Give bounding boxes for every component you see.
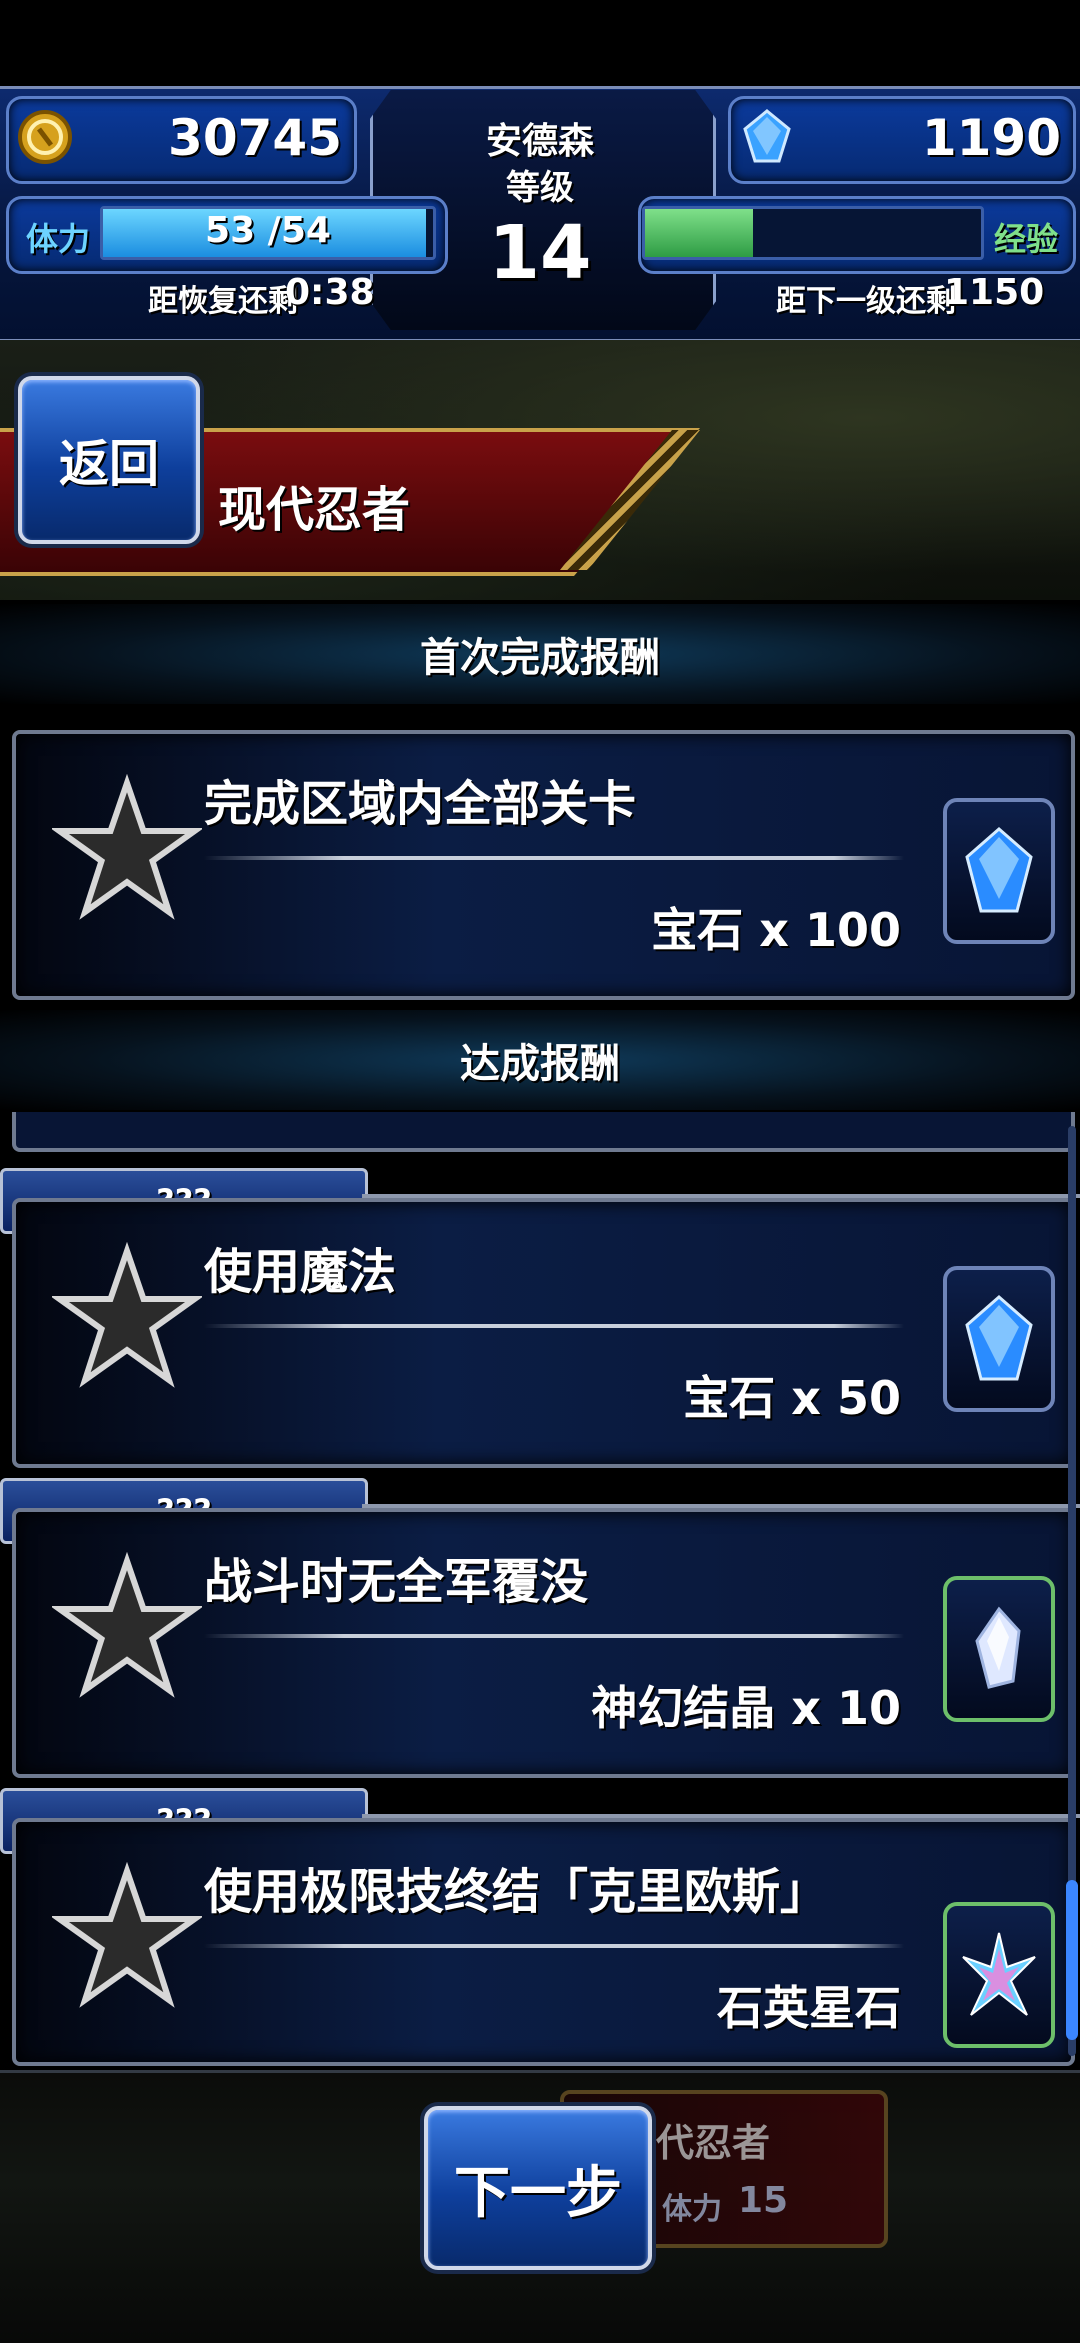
stamina-value: 53 /54 (205, 210, 331, 251)
stage-title: 现代忍者 (218, 482, 411, 538)
star-icon (52, 1552, 202, 1698)
recover-time: 0:38 (285, 272, 375, 313)
reward-icon-frame (943, 1266, 1055, 1412)
mission-reward: 宝石 x 100 (651, 903, 901, 957)
gem-counter: 1190 (728, 96, 1076, 184)
gem-amount: 1190 (921, 109, 1061, 167)
crystal-icon (975, 1606, 1021, 1689)
achievement-heading: 达成报酬 (0, 1010, 1080, 1110)
mission-title: 使用极限技终结「克里欧斯」 (204, 1864, 829, 1920)
exp-label: 经验 (994, 220, 1059, 258)
gil-counter: 30745 (6, 96, 357, 184)
partial-card-edge (12, 1112, 1075, 1152)
star-quartz-icon (962, 1932, 1036, 2016)
gem-icon (965, 1295, 1033, 1381)
star-icon (52, 774, 202, 920)
recover-label: 距恢复还剩 (148, 284, 298, 319)
next-level-label: 距下一级还剩 (776, 284, 956, 319)
exp-bar-fill (645, 209, 753, 257)
mission-title: 完成区域内全部关卡 (204, 776, 637, 832)
reward-icon-frame (943, 1576, 1055, 1722)
gil-coin-icon (18, 110, 72, 164)
scrollbar-thumb[interactable] (1066, 1880, 1078, 2040)
mission-divider (204, 1324, 904, 1328)
mission-title: 使用魔法 (204, 1244, 397, 1300)
reward-icon-frame (943, 1902, 1055, 2048)
gem-icon (743, 109, 791, 163)
exp-bar (642, 206, 984, 260)
gil-amount: 30745 (168, 109, 342, 167)
background-stamina-label: 体力 (662, 2192, 722, 2227)
stamina-label: 体力 (26, 220, 91, 258)
mission-card[interactable]: 战斗时无全军覆没 神幻结晶 x 10 (12, 1508, 1075, 1778)
background-stage-title: 代忍者 (656, 2121, 771, 2165)
mission-card[interactable]: 使用魔法 宝石 x 50 (12, 1198, 1075, 1468)
first-clear-heading: 首次完成报酬 (0, 604, 1080, 704)
next-level-value: 1150 (944, 272, 1045, 313)
reward-icon-frame (943, 798, 1055, 944)
mission-reward: 神幻结晶 x 10 (591, 1681, 901, 1735)
player-name: 安德森 (485, 121, 594, 162)
mission-card[interactable]: 使用极限技终结「克里欧斯」 石英星石 (12, 1818, 1075, 2066)
background-stamina-value: 15 (738, 2180, 789, 2221)
star-icon (52, 1242, 202, 1388)
mission-divider (204, 856, 904, 860)
mission-reward: 石英星石 (717, 1981, 901, 2035)
gem-icon (965, 827, 1033, 913)
star-icon (52, 1862, 202, 2008)
back-button[interactable]: 返回 (18, 376, 200, 544)
first-clear-mission-card[interactable]: 完成区域内全部关卡 宝石 x 100 (12, 730, 1075, 1000)
mission-divider (204, 1634, 904, 1638)
next-button[interactable]: 下一步 (424, 2106, 652, 2270)
mission-reward: 宝石 x 50 (683, 1371, 901, 1425)
mission-title: 战斗时无全军覆没 (204, 1554, 589, 1610)
mission-divider (204, 1944, 904, 1948)
